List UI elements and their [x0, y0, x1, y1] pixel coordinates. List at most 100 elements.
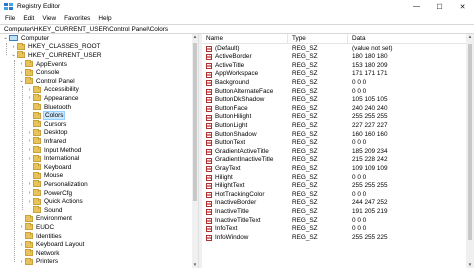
expand-chevron-icon[interactable]: ›	[18, 70, 25, 76]
values-scroll-thumb[interactable]	[468, 44, 472, 240]
tree-item[interactable]: › International	[26, 154, 79, 163]
value-row[interactable]: ab HotTrackingColor REG_SZ 0 0 0	[202, 191, 466, 200]
value-row[interactable]: ab InactiveTitleText REG_SZ 0 0 0	[202, 217, 466, 226]
folder-icon	[33, 197, 41, 205]
value-type: REG_SZ	[292, 233, 318, 241]
value-row[interactable]: ab Background REG_SZ 0 0 0	[202, 79, 466, 88]
folder-icon	[25, 249, 33, 257]
tree-item[interactable]: ⌄ HKEY_CURRENT_USER	[10, 51, 102, 60]
tree-item[interactable]: › Console	[18, 68, 59, 77]
expand-chevron-icon[interactable]: ›	[18, 61, 25, 67]
tree-item[interactable]: Identities	[18, 232, 62, 241]
tree-item[interactable]: › EUDC	[18, 223, 54, 232]
tree-item[interactable]: › Input Method	[26, 146, 81, 155]
value-row[interactable]: ab InactiveTitle REG_SZ 191 205 219	[202, 208, 466, 217]
value-row[interactable]: ab ButtonHilight REG_SZ 255 255 255	[202, 113, 466, 122]
value-data: 171 171 171	[352, 70, 388, 78]
value-row[interactable]: ab (Default) REG_SZ (value not set)	[202, 45, 466, 54]
menu-view[interactable]: View	[38, 15, 60, 22]
menu-file[interactable]: File	[0, 15, 19, 22]
expand-chevron-icon[interactable]: ›	[26, 156, 33, 162]
address-path[interactable]: Computer\HKEY_CURRENT_USER\Control Panel…	[4, 26, 168, 33]
value-row[interactable]: ab ActiveBorder REG_SZ 180 180 180	[202, 53, 466, 62]
value-type: REG_SZ	[292, 104, 318, 112]
expand-chevron-icon[interactable]: ›	[26, 190, 33, 196]
column-header-name[interactable]: Name	[202, 34, 288, 44]
expand-chevron-icon[interactable]: ⌄	[2, 35, 9, 41]
value-row[interactable]: ab InfoText REG_SZ 0 0 0	[202, 225, 466, 234]
address-bar[interactable]: Computer\HKEY_CURRENT_USER\Control Panel…	[0, 24, 474, 34]
expand-chevron-icon[interactable]: ›	[26, 138, 33, 144]
tree-item[interactable]: › PowerCfg	[26, 189, 72, 198]
tree-item[interactable]: Colors	[26, 111, 66, 121]
value-row[interactable]: ab ButtonShadow REG_SZ 160 160 160	[202, 131, 466, 140]
tree-item[interactable]: ⌄ Control Panel	[18, 77, 75, 86]
column-header-data[interactable]: Data	[348, 34, 466, 44]
value-row[interactable]: ab GradientActiveTitle REG_SZ 185 209 234	[202, 148, 466, 157]
values-scroll-down-icon[interactable]: ▼	[467, 262, 473, 268]
expand-chevron-icon[interactable]: ›	[26, 130, 33, 136]
tree-item[interactable]: Mouse	[26, 171, 63, 181]
expand-chevron-icon[interactable]: ›	[10, 44, 17, 50]
tree-scroll-thumb[interactable]	[193, 43, 197, 201]
tree-item[interactable]: › HKEY_CLASSES_ROOT	[10, 42, 100, 52]
value-row[interactable]: ab InfoWindow REG_SZ 255 255 225	[202, 234, 466, 243]
expand-chevron-icon[interactable]: ›	[26, 147, 33, 153]
tree-item[interactable]: Cursors	[26, 120, 66, 129]
minimize-button[interactable]: —	[405, 0, 428, 13]
tree-item[interactable]: › Quick Actions	[26, 197, 83, 206]
tree-item[interactable]: › AppEvents	[18, 60, 67, 69]
value-row[interactable]: ab AppWorkspace REG_SZ 171 171 171	[202, 70, 466, 79]
tree-item[interactable]: Bluetooth	[26, 103, 71, 112]
expand-chevron-icon[interactable]: ⌄	[10, 52, 17, 58]
menu-edit[interactable]: Edit	[19, 15, 38, 22]
value-data: 185 209 234	[352, 147, 388, 155]
tree-item[interactable]: › Printers	[18, 257, 58, 267]
expand-chevron-icon[interactable]: ›	[18, 224, 25, 230]
value-row[interactable]: ab Hilight REG_SZ 0 0 0	[202, 174, 466, 183]
value-type: REG_SZ	[292, 156, 318, 164]
tree-item[interactable]: › Personalization	[26, 180, 88, 189]
expand-chevron-icon[interactable]: ⌄	[18, 78, 25, 84]
tree-item[interactable]: › Infrared	[26, 137, 66, 146]
value-row[interactable]: ab GradientInactiveTitle REG_SZ 215 228 242	[202, 156, 466, 165]
tree-item[interactable]: › Accessibility	[26, 85, 79, 95]
tree-item[interactable]: Environment	[18, 214, 72, 224]
value-name: ActiveTitle	[215, 61, 245, 69]
value-row[interactable]: ab ButtonDkShadow REG_SZ 105 105 105	[202, 96, 466, 105]
values-scrollbar[interactable]: ▲ ▼	[466, 34, 474, 268]
value-row[interactable]: ab ActiveTitle REG_SZ 153 180 209	[202, 62, 466, 71]
expand-chevron-icon[interactable]: ›	[26, 87, 33, 93]
menu-help[interactable]: Help	[94, 15, 115, 22]
folder-icon	[25, 240, 33, 248]
value-row[interactable]: ab HilightText REG_SZ 255 255 255	[202, 182, 466, 191]
value-row[interactable]: ab ButtonAlternateFace REG_SZ 0 0 0	[202, 88, 466, 97]
value-data: 255 255 255	[352, 113, 388, 121]
values-scroll-up-icon[interactable]: ▲	[467, 34, 473, 40]
folder-icon	[33, 103, 41, 111]
close-button[interactable]: ✕	[451, 0, 474, 13]
expand-chevron-icon[interactable]: ›	[26, 95, 33, 101]
string-value-icon: ab	[206, 157, 212, 164]
tree-item[interactable]: Network	[18, 249, 59, 258]
expand-chevron-icon[interactable]: ›	[18, 242, 25, 248]
value-type: REG_SZ	[292, 207, 318, 215]
value-row[interactable]: ab ButtonFace REG_SZ 240 240 240	[202, 105, 466, 114]
tree-item[interactable]: › Desktop	[26, 128, 67, 138]
expand-chevron-icon[interactable]: ›	[18, 259, 25, 265]
value-name: InactiveTitleText	[215, 216, 261, 224]
tree-item[interactable]: › Appearance	[26, 94, 78, 103]
value-row[interactable]: ab ButtonLight REG_SZ 227 227 227	[202, 122, 466, 131]
maximize-button[interactable]: ☐	[428, 0, 451, 13]
tree-item[interactable]: Sound	[26, 206, 62, 215]
tree-item[interactable]: ⌄ Computer	[2, 34, 49, 43]
value-row[interactable]: ab GrayText REG_SZ 109 109 109	[202, 165, 466, 174]
expand-chevron-icon[interactable]: ›	[26, 199, 33, 205]
expand-chevron-icon[interactable]: ›	[26, 181, 33, 187]
tree-item[interactable]: › Keyboard Layout	[18, 240, 84, 249]
value-row[interactable]: ab ButtonText REG_SZ 0 0 0	[202, 139, 466, 148]
menu-favorites[interactable]: Favorites	[60, 15, 94, 22]
value-row[interactable]: ab InactiveBorder REG_SZ 244 247 252	[202, 199, 466, 208]
column-header-type[interactable]: Type	[288, 34, 348, 44]
tree-item[interactable]: Keyboard	[26, 163, 71, 172]
